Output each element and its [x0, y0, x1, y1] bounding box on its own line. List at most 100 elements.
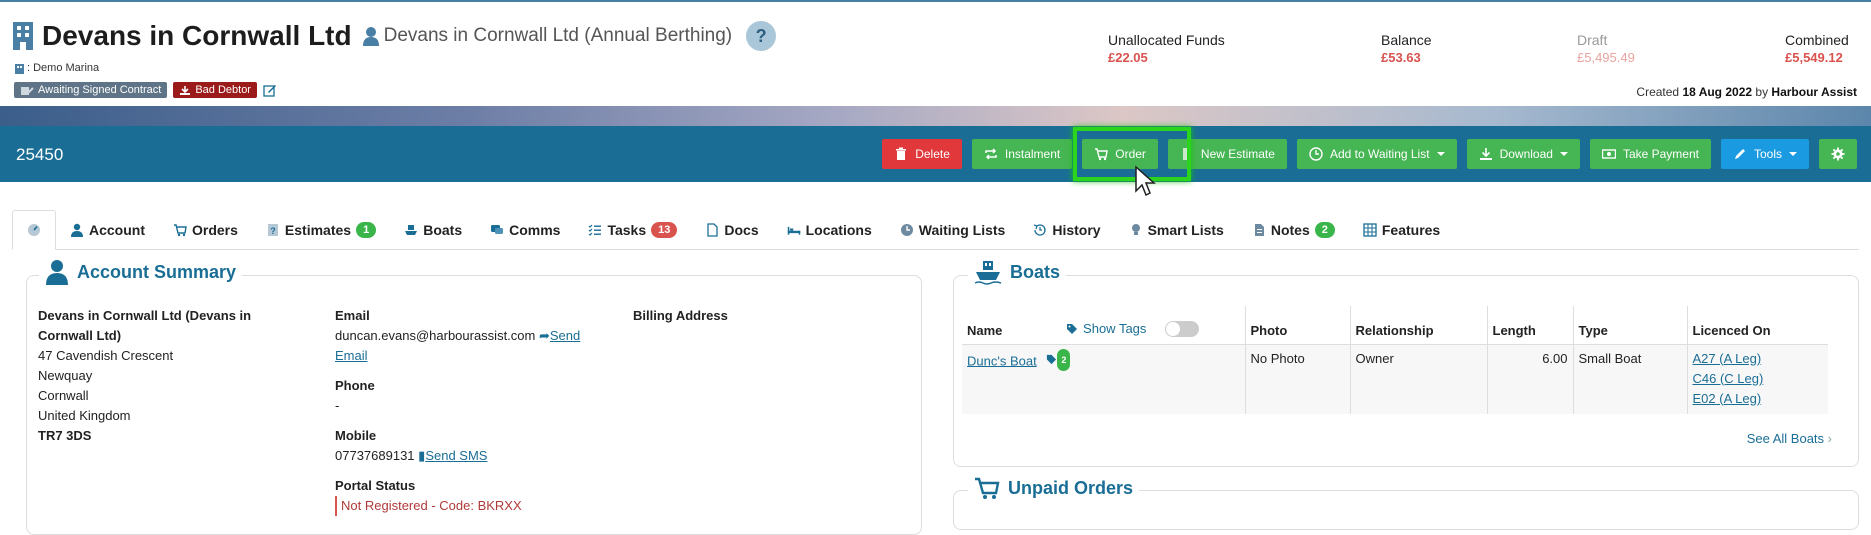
edit-icon[interactable]: [263, 83, 277, 97]
contact-details: Email duncan.evans@harbourassist.com ➦Se…: [335, 306, 615, 516]
account-header: Devans in Cornwall Ltd Devans in Cornwal…: [0, 2, 1871, 106]
mobile-label: Mobile: [335, 428, 377, 443]
new-estimate-label: New Estimate: [1200, 147, 1275, 161]
tab-estimates-label: Estimates: [284, 222, 352, 238]
postcode: TR7 3DS: [38, 428, 92, 443]
address-line: Devans in Cornwall Ltd (Devans in: [38, 308, 252, 323]
tab-features[interactable]: Features: [1349, 210, 1454, 250]
title-row: Devans in Cornwall Ltd Devans in Cornwal…: [12, 20, 777, 52]
tab-account[interactable]: Account: [56, 210, 159, 250]
portal-status-value: Not Registered - Code: BKRXX: [335, 496, 615, 516]
settings-button[interactable]: [1819, 139, 1857, 169]
send-email-link[interactable]: Send: [550, 328, 580, 343]
user-icon: [71, 223, 83, 237]
licence-link[interactable]: A27 (A Leg): [1693, 351, 1762, 366]
tab-waiting-lists[interactable]: Waiting Lists: [886, 210, 1020, 250]
bad-debtor-label: Bad Debtor: [195, 84, 251, 96]
address-line: Cornwall: [38, 388, 89, 403]
person-icon: [362, 27, 379, 46]
take-payment-button[interactable]: Take Payment: [1589, 139, 1711, 169]
share-icon: ➦: [538, 328, 550, 343]
add-to-waiting-list-button[interactable]: Add to Waiting List: [1296, 139, 1457, 169]
unallocated-funds-value: £22.05: [1108, 50, 1148, 65]
draft-label: Draft: [1577, 32, 1608, 48]
bad-debtor-badge[interactable]: Bad Debtor: [173, 82, 257, 98]
awaiting-contract-badge[interactable]: Awaiting Signed Contract: [14, 82, 168, 98]
chat-icon: [491, 225, 504, 234]
tab-tasks-label: Tasks: [607, 222, 647, 238]
boats-heading: Boats: [968, 259, 1067, 285]
see-all-boats-label: See All Boats: [1746, 431, 1825, 446]
show-tags-switch[interactable]: [1165, 320, 1200, 337]
tab-history[interactable]: History: [1019, 210, 1114, 250]
tab-orders[interactable]: Orders: [159, 210, 252, 250]
tab-account-label: Account: [89, 222, 145, 238]
tab-dashboard[interactable]: [12, 210, 56, 250]
tab-docs[interactable]: Docs: [691, 210, 772, 250]
unpaid-orders-heading: Unpaid Orders: [968, 476, 1140, 500]
debtor-icon: [180, 85, 191, 95]
tab-boats[interactable]: Boats: [390, 210, 476, 250]
tab-comms[interactable]: Comms: [476, 210, 574, 250]
column-header-photo: Photo: [1245, 306, 1351, 345]
tab-boats-label: Boats: [423, 222, 463, 238]
see-all-boats-link[interactable]: See All Boats ›: [1747, 431, 1832, 446]
boat-name-link[interactable]: Dunc's Boat: [967, 353, 1037, 368]
email-row: duncan.evans@harbourassist.com ➦Send: [335, 326, 615, 346]
delete-button[interactable]: Delete: [882, 139, 962, 169]
boats-title: Boats: [1010, 261, 1061, 282]
tab-orders-label: Orders: [192, 222, 238, 238]
send-sms-link[interactable]: Send SMS: [425, 448, 487, 463]
email-label: Email: [335, 308, 370, 323]
tag-icon: [1047, 354, 1057, 365]
address-line: 47 Cavendish Crescent: [38, 348, 174, 363]
column-header-type: Type: [1573, 306, 1688, 345]
take-payment-label: Take Payment: [1622, 147, 1699, 161]
show-tags-toggle[interactable]: Show Tags: [1066, 320, 1200, 337]
estimate-icon: ?: [267, 224, 278, 236]
tab-locations-label: Locations: [805, 222, 872, 238]
instalment-label: Instalment: [1004, 147, 1061, 161]
chevron-down-icon: [1436, 152, 1445, 156]
unpaid-orders-panel: Unpaid Orders: [953, 476, 1859, 530]
email-value: duncan.evans@harbourassist.com: [335, 328, 536, 343]
bed-icon: [787, 226, 800, 235]
gear-icon: [1831, 147, 1845, 161]
unpaid-orders-title: Unpaid Orders: [1008, 477, 1134, 498]
download-button[interactable]: Download: [1466, 139, 1580, 169]
boat-licences-cell: A27 (A Leg) C46 (C Leg) E02 (A Leg): [1687, 344, 1828, 414]
note-icon: [1254, 224, 1264, 236]
unallocated-funds: Unallocated Funds £22.05: [1108, 32, 1225, 65]
billing-address-label: Billing Address: [633, 308, 728, 323]
instalment-button[interactable]: Instalment: [971, 139, 1073, 169]
balance: Balance £53.63: [1381, 32, 1432, 65]
user-icon: [46, 260, 68, 285]
draft-value: £5,495.49: [1577, 50, 1635, 65]
boat-tags[interactable]: 2: [1046, 348, 1071, 371]
column-header-relationship: Relationship: [1350, 306, 1488, 345]
tab-smart-lists[interactable]: Smart Lists: [1115, 210, 1238, 250]
header-gradient: [0, 106, 1871, 126]
send-email-link-continued[interactable]: Email: [335, 348, 368, 363]
licence-link[interactable]: E02 (A Leg): [1693, 391, 1762, 406]
status-badges: Awaiting Signed Contract Bad Debtor: [14, 82, 277, 98]
pencil-icon: [1734, 149, 1745, 159]
tab-features-label: Features: [1381, 222, 1441, 238]
help-button[interactable]: ?: [746, 21, 777, 51]
tab-locations[interactable]: Locations: [773, 210, 886, 250]
tools-button[interactable]: Tools: [1720, 139, 1809, 169]
address-line: United Kingdom: [38, 408, 131, 423]
portal-status-label: Portal Status: [335, 478, 416, 493]
marina-label: : Demo Marina: [14, 62, 99, 74]
tab-notes[interactable]: Notes 2: [1238, 210, 1349, 250]
tag-icon: [1067, 323, 1078, 334]
chevron-down-icon: [1559, 152, 1568, 156]
ship-icon: [974, 261, 1002, 285]
combined-label: Combined: [1785, 32, 1849, 48]
licence-link[interactable]: C46 (C Leg): [1693, 371, 1764, 386]
account-subtitle: Devans in Cornwall Ltd (Annual Berthing): [383, 25, 733, 46]
tab-tasks[interactable]: Tasks 13: [574, 210, 691, 250]
task-list-icon: [589, 224, 602, 236]
boat-name-cell: Dunc's Boat 2: [962, 344, 1246, 414]
tab-estimates[interactable]: ? Estimates 1: [252, 210, 390, 250]
